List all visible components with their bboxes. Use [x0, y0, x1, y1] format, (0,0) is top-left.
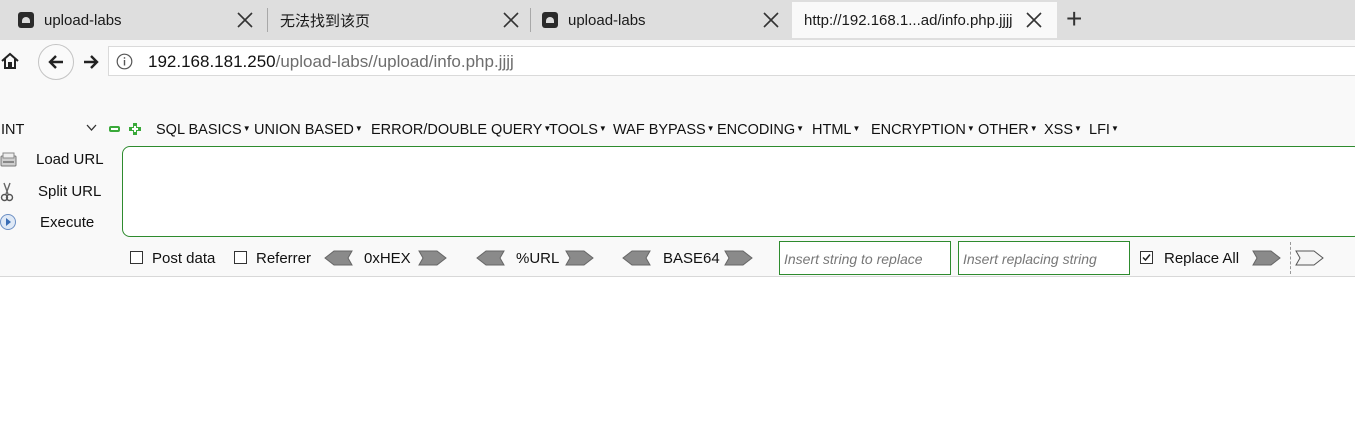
increase-icon[interactable] [129, 123, 141, 135]
type-select-value: INT [1, 122, 25, 138]
menu-label: ERROR/DOUBLE QUERY [371, 122, 543, 138]
tab-label: 无法找到该页 [280, 12, 371, 30]
page-content [0, 277, 1355, 422]
tab-upload-labs-2[interactable]: upload-labs [531, 2, 790, 38]
base64-decode-arrow-icon[interactable] [622, 250, 651, 266]
menu-waf-bypass[interactable]: WAF BYPASS▼ [613, 122, 715, 138]
tab-strip: upload-labs 无法找到该页 upload-labs http://19… [0, 0, 1355, 40]
url-path: /upload-labs//upload/info.php.jjjj [275, 52, 514, 71]
post-data-label: Post data [152, 250, 216, 267]
base64-label: BASE64 [663, 250, 720, 267]
split-url-button[interactable]: Split URL [0, 182, 110, 204]
site-favicon-icon [18, 12, 34, 28]
menu-lfi[interactable]: LFI▼ [1089, 122, 1119, 138]
menu-label: SQL BASICS [156, 122, 242, 138]
tab-label: http://192.168.1...ad/info.php.jjjj [804, 11, 1013, 29]
tab-page-not-found[interactable]: 无法找到该页 [268, 2, 530, 38]
close-tab-icon[interactable] [762, 11, 780, 29]
menu-union-based[interactable]: UNION BASED▼ [254, 122, 363, 138]
hex-label: 0xHEX [364, 250, 411, 267]
menu-label: LFI [1089, 122, 1110, 138]
referrer-label: Referrer [256, 250, 312, 267]
post-data-checkbox[interactable] [130, 251, 143, 264]
url-encode-arrow-icon[interactable] [565, 250, 594, 266]
menu-tools[interactable]: TOOLS▼ [549, 122, 607, 138]
menu-label: WAF BYPASS [613, 122, 706, 138]
tab-upload-labs-1[interactable]: upload-labs [0, 2, 264, 38]
url-encode-label: %URL [516, 250, 560, 267]
menu-xss[interactable]: XSS▼ [1044, 122, 1082, 138]
tab-label: upload-labs [44, 11, 122, 29]
close-tab-icon[interactable] [502, 11, 520, 29]
url-host: 192.168.181.250 [148, 52, 276, 71]
address-url[interactable]: 192.168.181.250/upload-labs//upload/info… [148, 52, 514, 72]
arrow-left-icon [48, 55, 63, 69]
menu-encoding[interactable]: ENCODING▼ [717, 122, 804, 138]
menu-error-double-query[interactable]: ERROR/DOUBLE QUERY▼ [371, 122, 551, 138]
menu-other[interactable]: OTHER▼ [978, 122, 1038, 138]
hex-decode-arrow-icon[interactable] [324, 250, 353, 266]
replace-string-input[interactable]: Insert string to replace [779, 241, 951, 275]
play-icon [0, 214, 16, 230]
menu-html[interactable]: HTML▼ [812, 122, 860, 138]
menu-sql-basics[interactable]: SQL BASICS▼ [156, 122, 251, 138]
replacing-string-input[interactable]: Insert replacing string [958, 241, 1130, 275]
checkmark-icon [1142, 254, 1151, 262]
close-tab-icon[interactable] [236, 11, 254, 29]
site-info-icon[interactable] [116, 53, 133, 70]
load-url-icon [0, 152, 17, 167]
menu-label: HTML [812, 122, 852, 138]
replace-arrow-icon[interactable] [1252, 250, 1281, 266]
load-url-button[interactable]: Load URL [0, 150, 110, 172]
menu-label: ENCRYPTION [871, 122, 966, 138]
menu-label: OTHER [978, 122, 1029, 138]
new-tab-button[interactable]: + [1066, 3, 1082, 35]
replace-all-label: Replace All [1164, 250, 1240, 267]
scissors-icon [0, 182, 14, 202]
url-textarea[interactable] [122, 146, 1355, 237]
replace-all-checkbox[interactable] [1140, 251, 1153, 264]
referrer-checkbox[interactable] [234, 251, 247, 264]
split-url-label: Split URL [38, 183, 102, 200]
chevron-down-icon [86, 124, 97, 131]
decrease-icon[interactable] [109, 125, 120, 133]
menu-encryption[interactable]: ENCRYPTION▼ [871, 122, 975, 138]
close-tab-icon[interactable] [1025, 11, 1043, 29]
hex-encode-arrow-icon[interactable] [418, 250, 447, 266]
site-favicon-icon [542, 12, 558, 28]
execute-label: Execute [40, 214, 95, 231]
menu-label: TOOLS [549, 122, 598, 138]
menu-label: UNION BASED [254, 122, 354, 138]
menu-label: ENCODING [717, 122, 796, 138]
tab-info-php-active[interactable]: http://192.168.1...ad/info.php.jjjj [792, 2, 1057, 38]
replace-reverse-arrow-icon[interactable] [1295, 250, 1324, 266]
execute-button[interactable]: Execute [0, 213, 110, 235]
tab-label: upload-labs [568, 11, 646, 29]
forward-button[interactable] [82, 53, 100, 71]
type-select[interactable]: INT [0, 118, 100, 140]
back-button[interactable] [38, 44, 74, 80]
base64-encode-arrow-icon[interactable] [724, 250, 753, 266]
load-url-label: Load URL [36, 151, 104, 168]
url-decode-arrow-icon[interactable] [476, 250, 505, 266]
home-icon[interactable] [0, 51, 20, 71]
menu-label: XSS [1044, 122, 1074, 138]
divider [1290, 242, 1291, 274]
